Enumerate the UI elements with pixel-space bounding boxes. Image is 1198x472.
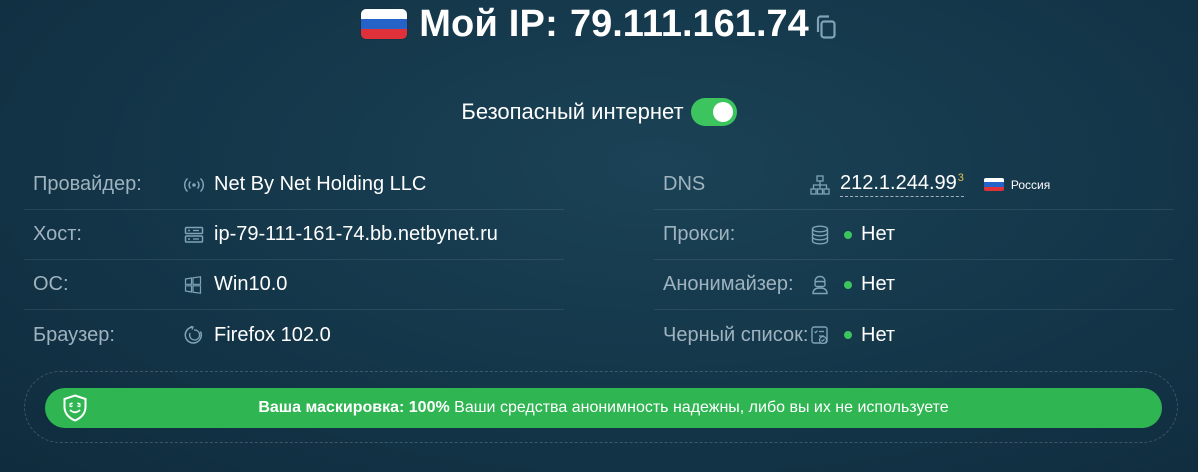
masking-text: Ваша маскировка: 100% Ваши средства анон… (258, 399, 948, 417)
ip-address: 79.111.161.74 (569, 2, 809, 45)
mask-shield-icon (62, 394, 88, 427)
connection-info-right: DNS 212.1.244.993 Россия Прокси: Нет Ано… (654, 160, 1174, 360)
windows-icon (184, 275, 214, 294)
dns-label: DNS (663, 173, 706, 195)
anonymizer-label: Анонимайзер: (663, 273, 794, 295)
dns-ip: 212.1.244.99 (840, 172, 957, 194)
russia-flag-icon (361, 9, 408, 39)
dns-country: Россия (1010, 177, 1051, 192)
os-value: Win10.0 (214, 273, 288, 295)
blacklist-status-dot (844, 331, 852, 339)
anonymizer-status-dot (844, 280, 852, 289)
dns-value[interactable]: 212.1.244.993 (840, 172, 964, 197)
proxy-status-dot (844, 230, 852, 239)
proxy-label: Прокси: (663, 223, 736, 245)
anonymizer-value: Нет (861, 273, 896, 295)
safe-internet-toggle[interactable] (690, 98, 737, 126)
connection-info-left: Провайдер: Net By Net Holding LLC Хост: … (24, 160, 564, 360)
copy-icon[interactable] (815, 14, 837, 40)
ip-header: Мой IP: 79.111.161.74 (0, 0, 1198, 48)
os-label: ОС: (33, 273, 69, 295)
provider-value: Net By Net Holding LLC (214, 173, 427, 195)
blacklist-value: Нет (861, 323, 896, 346)
browser-row: Браузер: Firefox 102.0 (24, 310, 564, 360)
anonymizer-icon (810, 275, 840, 295)
masking-score: Ваша маскировка: 100% (258, 399, 450, 416)
proxy-row: Прокси: Нет (654, 210, 1174, 260)
blacklist-icon (810, 325, 840, 345)
dns-server-count: 3 (957, 172, 964, 185)
masking-status-bar: Ваша маскировка: 100% Ваши средства анон… (45, 388, 1162, 428)
browser-icon (184, 325, 214, 345)
russia-flag-icon (983, 178, 1004, 191)
browser-value: Firefox 102.0 (214, 323, 331, 346)
anonymizer-row: Анонимайзер: Нет (654, 260, 1174, 310)
masking-message: Ваши средства анонимность надежны, либо … (449, 399, 949, 416)
browser-label: Браузер: (33, 323, 115, 346)
os-row: ОС: Win10.0 (24, 260, 564, 310)
blacklist-label: Черный список: (663, 323, 809, 346)
safe-internet-row: Безопасный интернет (0, 98, 1198, 126)
blacklist-row: Черный список: Нет (654, 310, 1174, 360)
provider-row: Провайдер: Net By Net Holding LLC (24, 160, 564, 210)
masking-panel: Ваша маскировка: 100% Ваши средства анон… (24, 371, 1178, 443)
signal-icon (184, 177, 214, 193)
toggle-knob (712, 102, 733, 122)
database-icon (810, 225, 840, 245)
dns-row: DNS 212.1.244.993 Россия (654, 160, 1174, 210)
network-icon (810, 174, 840, 195)
ip-title-label: Мой IP: (419, 2, 558, 45)
host-row: Хост: ip-79-111-161-74.bb.netbynet.ru (24, 210, 564, 260)
host-label: Хост: (33, 223, 82, 245)
provider-label: Провайдер: (33, 173, 142, 195)
safe-internet-label: Безопасный интернет (461, 99, 684, 124)
host-value: ip-79-111-161-74.bb.netbynet.ru (214, 223, 498, 245)
server-icon (184, 226, 214, 244)
proxy-value: Нет (861, 223, 896, 245)
